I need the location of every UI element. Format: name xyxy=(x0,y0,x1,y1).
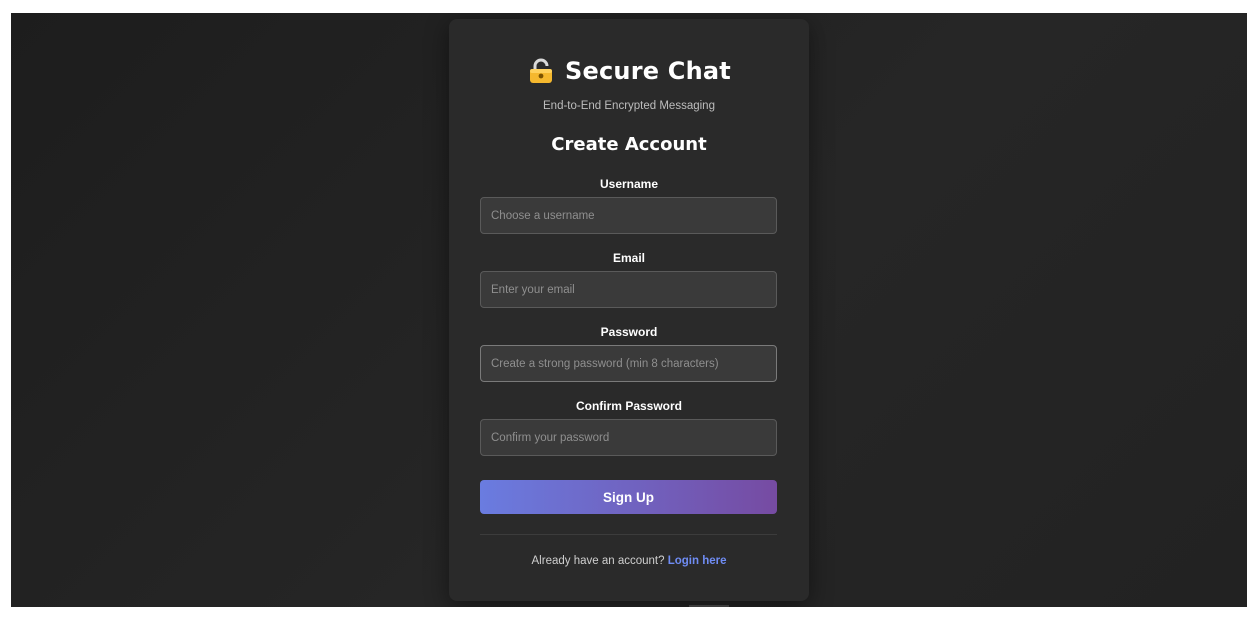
scroll-indicator xyxy=(689,605,729,607)
app-subtitle: End-to-End Encrypted Messaging xyxy=(543,100,715,112)
login-prompt-text: Already have an account? xyxy=(531,555,668,567)
divider xyxy=(480,534,777,535)
email-label: Email xyxy=(612,251,645,265)
page-background: Secure Chat End-to-End Encrypted Messagi… xyxy=(11,13,1247,607)
form-title: Create Account xyxy=(551,134,707,155)
app-title: Secure Chat xyxy=(565,57,731,85)
email-input[interactable] xyxy=(480,271,777,308)
login-link[interactable]: Login here xyxy=(668,555,727,567)
lock-icon xyxy=(527,57,555,85)
confirm-password-input[interactable] xyxy=(480,419,777,456)
confirm-password-label: Confirm Password xyxy=(575,399,683,413)
login-prompt: Already have an account? Login here xyxy=(449,555,809,567)
brand-header: Secure Chat xyxy=(449,57,809,85)
username-label: Username xyxy=(599,177,659,191)
signup-button[interactable]: Sign Up xyxy=(480,480,777,514)
password-label: Password xyxy=(600,325,658,339)
password-input[interactable] xyxy=(480,345,777,382)
username-input[interactable] xyxy=(480,197,777,234)
signup-card: Secure Chat End-to-End Encrypted Messagi… xyxy=(449,19,809,601)
